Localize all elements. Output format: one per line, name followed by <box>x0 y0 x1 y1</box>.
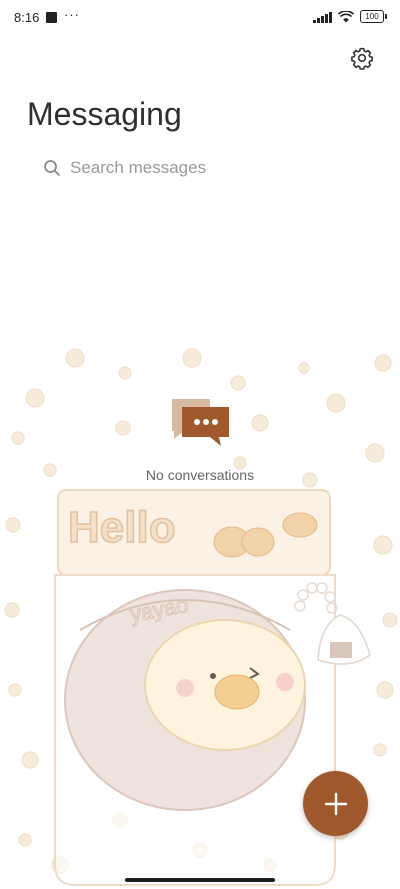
wallpaper-hello-text: Hello <box>68 503 176 552</box>
status-time: 8:16 <box>14 10 40 25</box>
home-indicator[interactable] <box>125 878 275 882</box>
settings-button[interactable] <box>348 44 376 72</box>
new-message-button[interactable] <box>303 771 368 836</box>
plus-icon <box>324 792 347 815</box>
chat-bubbles-icon <box>172 399 229 446</box>
status-indicators: 100 <box>313 10 387 23</box>
gear-icon <box>351 47 373 70</box>
battery-icon: 100 <box>360 10 387 23</box>
wifi-icon <box>338 10 354 22</box>
search-input[interactable]: Search messages <box>70 158 206 178</box>
messaging-screen: 8:16 ··· 100 Messaging Search messages H… <box>0 0 400 889</box>
more-notifications-icon: ··· <box>64 7 80 22</box>
empty-state-text: No conversations <box>145 467 255 483</box>
status-bar: 8:16 ··· 100 <box>0 0 400 36</box>
signal-icon <box>313 11 332 23</box>
search-bar[interactable]: Search messages <box>32 150 372 186</box>
search-icon <box>44 160 60 176</box>
notification-square-icon <box>46 12 57 23</box>
page-title: Messaging <box>27 96 182 132</box>
